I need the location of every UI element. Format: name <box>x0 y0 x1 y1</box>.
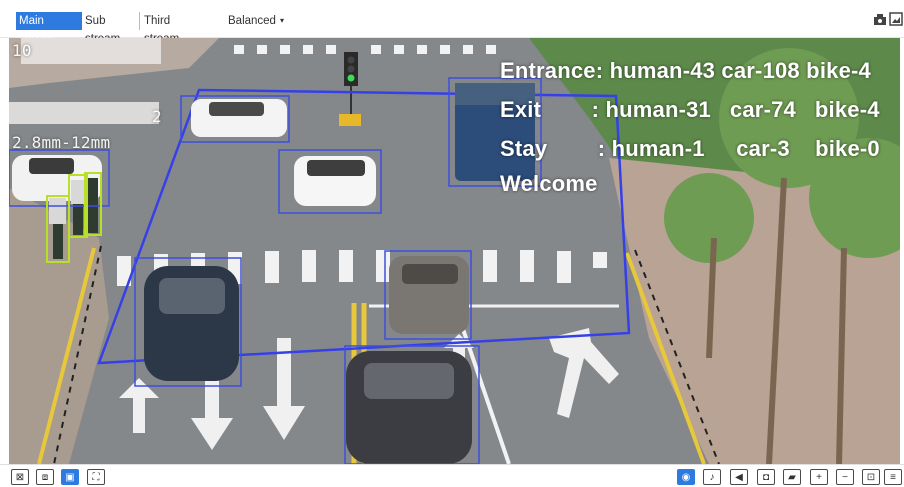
microphone-icon[interactable]: ♪ <box>703 469 721 485</box>
stretch-icon[interactable]: ▣ <box>61 469 79 485</box>
fit-window-icon[interactable]: ⊠ <box>11 469 29 485</box>
osd-welcome: Welcome <box>500 171 598 196</box>
more-icon[interactable]: ≡ <box>884 469 902 485</box>
osd-entrance-count: Entrance: human-43 car-108 bike-4 <box>500 58 871 83</box>
osd-exit-count: Exit : human-31 car-74 bike-4 <box>500 97 880 122</box>
3d-position-icon[interactable]: ⊡ <box>862 469 880 485</box>
tab-third-stream[interactable]: Third stream <box>141 12 205 45</box>
osd-timestamp: 10 <box>12 41 32 60</box>
privacy-mask <box>9 102 159 124</box>
live-view-window: Main stream Sub stream Third stream Bala… <box>0 0 904 487</box>
stream-toolbar: Main stream Sub stream Third stream Bala… <box>0 0 904 45</box>
quality-label: Balanced <box>228 15 276 27</box>
osd-lens: 2.8mm-12mm <box>12 133 111 152</box>
video-feed[interactable]: 10 2 2.8mm-12mm Entrance: human-43 car-1… <box>9 38 900 464</box>
playback-toolbar: ⊠ ⧈ ▣ ⛶ ◉ ♪ ◀ ◘ ▰ + − ⊡ ≡ <box>0 464 904 487</box>
tab-main-stream[interactable]: Main stream <box>16 12 82 45</box>
record-icon[interactable]: ▰ <box>783 469 801 485</box>
zoom-out-icon[interactable]: − <box>836 469 854 485</box>
zoom-in-icon[interactable]: + <box>810 469 828 485</box>
original-size-icon[interactable]: ⧈ <box>36 469 54 485</box>
chevron-down-icon: ▾ <box>279 16 284 25</box>
image-settings-icon[interactable] <box>888 12 904 28</box>
osd-channel: 2 <box>152 107 162 126</box>
camera-settings-icon[interactable] <box>872 12 888 28</box>
fullscreen-icon[interactable]: ⛶ <box>87 469 105 485</box>
speaker-icon[interactable]: ◀ <box>730 469 748 485</box>
privacy-mask <box>21 38 161 64</box>
quality-dropdown[interactable]: Balanced ▾ <box>228 12 284 30</box>
eye-icon[interactable]: ◉ <box>677 469 695 485</box>
osd-stay-count: Stay : human-1 car-3 bike-0 <box>500 136 880 161</box>
tab-sub-stream[interactable]: Sub stream <box>82 12 140 45</box>
snapshot-icon[interactable]: ◘ <box>757 469 775 485</box>
